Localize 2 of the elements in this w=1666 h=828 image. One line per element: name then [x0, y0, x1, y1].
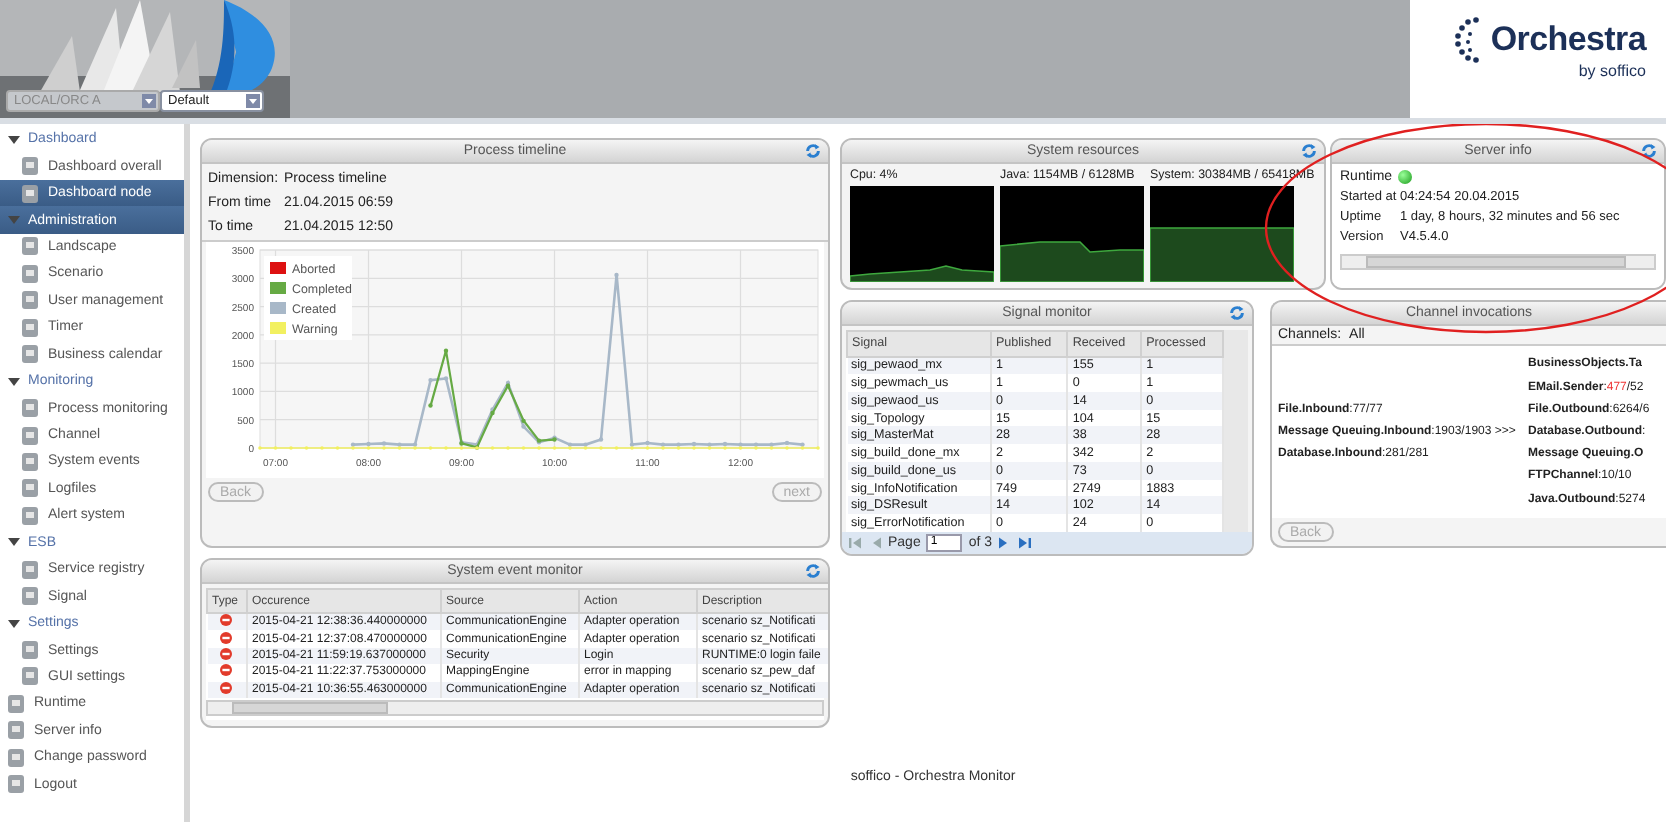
- logo-name: Orchestra: [1490, 20, 1646, 60]
- logo-tagline: by soffico: [1578, 62, 1646, 80]
